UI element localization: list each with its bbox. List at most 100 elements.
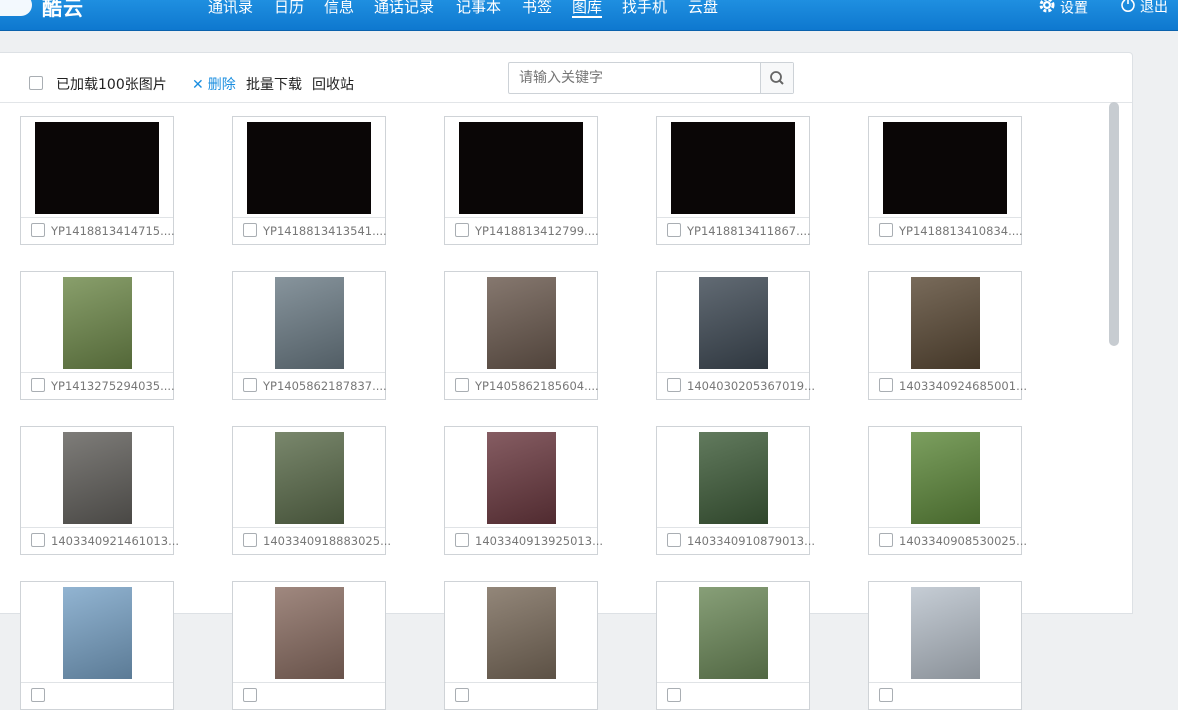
tab-messages[interactable]: 信息 [324, 0, 354, 26]
photo-checkbox[interactable] [879, 688, 893, 702]
photo-card[interactable]: YP1413275294035.... [20, 271, 175, 400]
photo-thumbnail-area[interactable] [657, 272, 809, 372]
photo-checkbox[interactable] [243, 688, 257, 702]
photo-thumbnail[interactable] [459, 122, 583, 214]
tab-bookmarks[interactable]: 书签 [522, 0, 552, 26]
photo-thumbnail-area[interactable] [21, 427, 173, 527]
photo-checkbox[interactable] [667, 533, 681, 547]
photo-card[interactable]: 1403340913925013... [444, 426, 603, 555]
photo-thumbnail-area[interactable] [657, 117, 809, 217]
select-all-checkbox[interactable] [29, 76, 43, 90]
photo-thumbnail[interactable] [35, 122, 159, 214]
photo-checkbox[interactable] [31, 223, 45, 237]
tab-calendar[interactable]: 日历 [274, 0, 304, 26]
photo-thumbnail[interactable] [487, 277, 556, 369]
scrollbar-thumb[interactable] [1109, 102, 1119, 346]
photo-card[interactable]: 1403340918883025... [232, 426, 391, 555]
photo-card[interactable] [656, 581, 810, 710]
photo-thumbnail-area[interactable] [445, 427, 597, 527]
tab-cloud-drive[interactable]: 云盘 [688, 0, 718, 26]
photo-card[interactable] [232, 581, 386, 710]
photo-card[interactable]: 1403340910879013... [656, 426, 815, 555]
photo-thumbnail-area[interactable] [233, 582, 385, 682]
photo-thumbnail-area[interactable] [869, 272, 1021, 372]
photo-card[interactable]: YP1405862187837.... [232, 271, 387, 400]
photo-checkbox[interactable] [243, 378, 257, 392]
photo-checkbox[interactable] [243, 223, 257, 237]
photo-thumbnail-area[interactable] [657, 582, 809, 682]
search-input[interactable] [509, 63, 761, 93]
photo-card[interactable]: YP1418813412799.... [444, 116, 599, 245]
photo-footer: YP1418813412799.... [445, 217, 599, 245]
photo-card[interactable]: YP1405862185604.... [444, 271, 599, 400]
photo-card[interactable]: YP1418813411867.... [656, 116, 811, 245]
tab-gallery[interactable]: 图库 [572, 0, 603, 26]
settings-button[interactable]: 设置 [1038, 0, 1088, 21]
photo-checkbox[interactable] [455, 378, 469, 392]
photo-checkbox[interactable] [667, 223, 681, 237]
photo-card[interactable]: YP1418813414715.... [20, 116, 175, 245]
photo-thumbnail-area[interactable] [869, 117, 1021, 217]
photo-thumbnail-area[interactable] [445, 272, 597, 372]
tab-contacts[interactable]: 通讯录 [208, 0, 253, 26]
tab-notes[interactable]: 记事本 [456, 0, 501, 26]
delete-button[interactable]: ✕ 删除 [192, 74, 236, 94]
tab-find-phone[interactable]: 找手机 [622, 0, 667, 26]
photo-card[interactable] [868, 581, 1022, 710]
batch-download-button[interactable]: 批量下载 [246, 74, 302, 94]
photo-checkbox[interactable] [667, 378, 681, 392]
photo-thumbnail[interactable] [911, 587, 980, 679]
logout-button[interactable]: 退出 [1120, 0, 1168, 19]
photo-card[interactable]: 1404030205367019... [656, 271, 815, 400]
photo-card[interactable]: YP1418813413541.... [232, 116, 387, 245]
photo-card[interactable]: 1403340908530025... [868, 426, 1027, 555]
photo-thumbnail[interactable] [883, 122, 1007, 214]
photo-thumbnail[interactable] [699, 432, 768, 524]
photo-thumbnail-area[interactable] [21, 117, 173, 217]
photo-checkbox[interactable] [455, 223, 469, 237]
photo-thumbnail[interactable] [671, 122, 795, 214]
photo-thumbnail-area[interactable] [445, 582, 597, 682]
photo-card[interactable]: YP1418813410834.... [868, 116, 1023, 245]
photo-thumbnail[interactable] [63, 277, 132, 369]
photo-checkbox[interactable] [31, 378, 45, 392]
photo-thumbnail[interactable] [275, 587, 344, 679]
photo-card[interactable] [444, 581, 598, 710]
photo-thumbnail-area[interactable] [233, 117, 385, 217]
photo-card[interactable] [20, 581, 174, 710]
photo-thumbnail-area[interactable] [869, 582, 1021, 682]
app-logo[interactable]: 酷云 [0, 0, 120, 20]
photo-thumbnail[interactable] [911, 277, 980, 369]
photo-checkbox[interactable] [667, 688, 681, 702]
photo-thumbnail[interactable] [247, 122, 371, 214]
photo-thumbnail-area[interactable] [21, 272, 173, 372]
photo-thumbnail[interactable] [275, 277, 344, 369]
photo-checkbox[interactable] [879, 378, 893, 392]
photo-checkbox[interactable] [455, 533, 469, 547]
tab-call-log[interactable]: 通话记录 [374, 0, 434, 26]
photo-checkbox[interactable] [879, 223, 893, 237]
photo-card[interactable]: 1403340924685001... [868, 271, 1027, 400]
photo-thumbnail[interactable] [911, 432, 980, 524]
photo-checkbox[interactable] [879, 533, 893, 547]
recycle-bin-button[interactable]: 回收站 [312, 74, 354, 94]
photo-thumbnail[interactable] [63, 587, 132, 679]
photo-thumbnail-area[interactable] [445, 117, 597, 217]
photo-thumbnail-area[interactable] [869, 427, 1021, 527]
photo-thumbnail-area[interactable] [657, 427, 809, 527]
photo-checkbox[interactable] [455, 688, 469, 702]
photo-thumbnail[interactable] [487, 432, 556, 524]
photo-thumbnail-area[interactable] [233, 272, 385, 372]
photo-thumbnail[interactable] [63, 432, 132, 524]
photo-thumbnail[interactable] [487, 587, 556, 679]
photo-thumbnail[interactable] [699, 277, 768, 369]
photo-checkbox[interactable] [31, 533, 45, 547]
search-button[interactable] [760, 63, 793, 93]
photo-checkbox[interactable] [31, 688, 45, 702]
photo-thumbnail-area[interactable] [21, 582, 173, 682]
photo-thumbnail-area[interactable] [233, 427, 385, 527]
photo-thumbnail[interactable] [699, 587, 768, 679]
photo-thumbnail[interactable] [275, 432, 344, 524]
photo-card[interactable]: 1403340921461013... [20, 426, 179, 555]
photo-checkbox[interactable] [243, 533, 257, 547]
